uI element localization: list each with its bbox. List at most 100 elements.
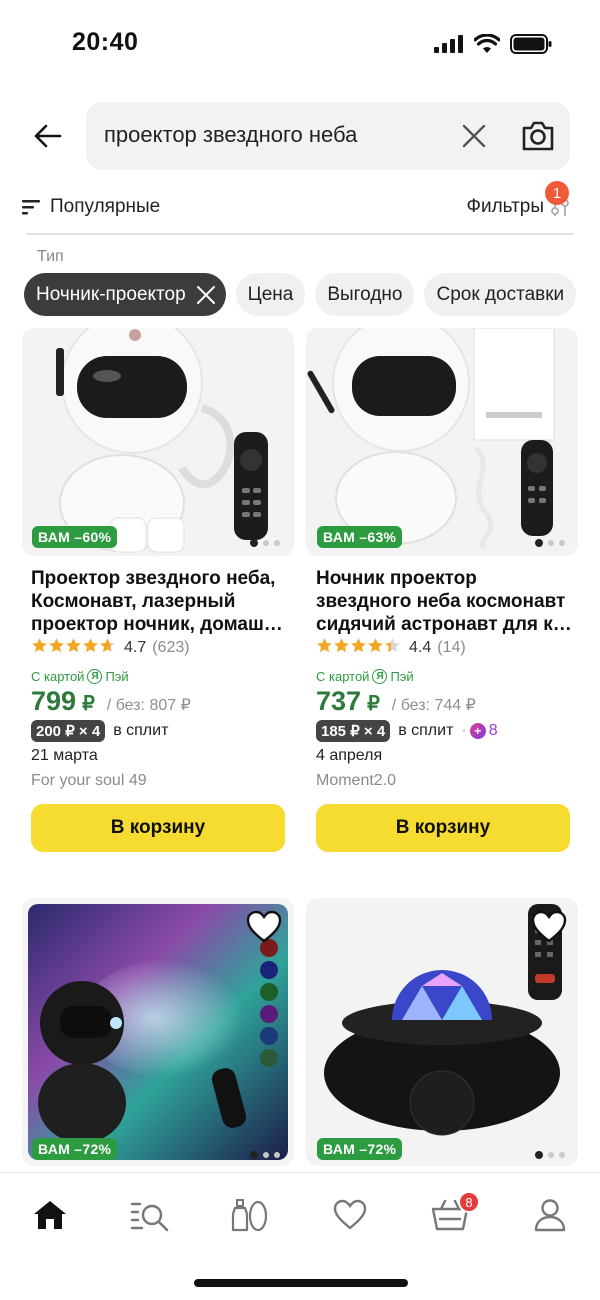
star-icon [49,638,64,653]
title-line: звездного неба космонавт [316,591,566,612]
title-line: сидячий астронавт для к… [316,614,572,635]
image-pager [535,1151,565,1159]
type-label: Тип [37,248,64,265]
discount-badge: ВАМ –72% [317,1138,403,1160]
split-payment: 200 ₽ × 4 в сплит [31,720,168,742]
delivery-date: 4 апреля [316,747,383,764]
sort-icon [22,200,40,215]
title-line: Космонавт, лазерный [31,591,236,612]
seller-name[interactable]: Moment2.0 [316,772,396,790]
product-image[interactable] [306,328,578,556]
chip-profitable[interactable]: Выгодно [315,273,415,316]
status-time: 20:40 [72,28,139,56]
star-icon [351,638,366,653]
nav-home[interactable] [28,1193,72,1237]
chip-night-light-projector[interactable]: Ночник-проектор [24,273,226,316]
plus-points-value: 8 [488,722,498,739]
chip-label: Ночник-проектор [36,283,186,305]
star-icon [385,638,400,653]
image-pager [250,539,280,547]
rating-value: 4.7 [124,639,147,656]
add-to-cart-button[interactable]: В корзину [31,804,285,852]
divider [26,233,574,235]
price-block: 799 ₽ / без: 807 ₽ [31,686,191,717]
nav-profile[interactable] [528,1193,572,1237]
discount-badge: ВАМ –63% [317,526,403,548]
review-count: (14) [437,639,466,656]
pay-label: С картой [316,669,370,684]
split-tag: 185 ₽ × 4 [316,720,391,742]
arrow-left-icon [34,124,62,148]
title-line: проектор ночник, домаш… [31,614,283,635]
pay-brand: Пэй [390,669,414,684]
favorite-button[interactable] [246,910,282,944]
status-icons [434,34,552,54]
catalog-search-icon [130,1202,169,1232]
clear-search-button[interactable] [460,122,488,150]
price-value: 799 [31,686,77,716]
pay-brand: Пэй [105,669,129,684]
chip-price[interactable]: Цена [235,273,306,316]
star-icon [368,638,383,653]
old-price: / без: 744 ₽ [391,697,476,714]
camera-search-button[interactable] [518,116,558,156]
review-count: (623) [152,639,190,656]
ya-pay-icon: Я [87,669,103,684]
filter-count-badge: 1 [545,181,569,205]
filter-chips: Ночник-проектор Цена Выгодно Срок достав… [24,273,577,316]
split-payment: 185 ₽ × 4 в сплит · + 8 [316,720,498,742]
split-label: в сплит [398,722,454,739]
chip-delivery-time[interactable]: Срок доставки [424,273,577,316]
filters-label: Фильтры [466,196,544,217]
card-pay-label: С картой Я Пэй [316,669,414,684]
back-button[interactable] [28,118,68,154]
favorite-button[interactable] [531,910,567,944]
price-currency: ₽ [82,693,95,715]
product-rating: 4.4 (14) [316,637,466,659]
star-icon [66,638,81,653]
camera-icon [522,121,554,151]
product-title[interactable]: Ночник проектор звездного неба космонавт… [316,567,586,636]
rating-value: 4.4 [409,639,432,656]
ya-pay-icon: Я [372,669,388,684]
wifi-icon [474,34,500,53]
heart-icon [246,910,282,943]
sort-label: Популярные [50,196,161,217]
price-block: 737 ₽ / без: 744 ₽ [316,686,476,717]
title-line: Ночник проектор [316,568,477,589]
home-indicator [194,1279,408,1287]
price-currency: ₽ [367,693,380,715]
search-field[interactable]: проектор звездного неба [86,102,570,170]
plus-points: · + 8 [461,722,498,739]
plus-icon: + [469,723,486,739]
close-icon[interactable] [194,283,218,307]
star-icon [334,638,349,653]
old-price: / без: 807 ₽ [106,697,191,714]
card-pay-label: С картой Я Пэй [31,669,129,684]
image-pager [250,1151,280,1159]
bottles-icon [231,1199,268,1232]
signal-icon [434,35,463,53]
discount-badge: ВАМ –60% [32,526,118,548]
close-icon [462,124,486,148]
discount-badge: ВАМ –72% [32,1138,118,1160]
seller-name[interactable]: For your soul 49 [31,772,147,790]
nav-catalog[interactable] [128,1193,172,1237]
home-icon [34,1201,66,1229]
add-to-cart-button[interactable]: В корзину [316,804,570,852]
image-pager [535,539,565,547]
nav-products[interactable] [228,1193,272,1237]
astronaut-projector-image [22,328,294,556]
star-rating [316,637,401,659]
product-title[interactable]: Проектор звездного неба, Космонавт, лазе… [31,567,296,636]
search-input[interactable]: проектор звездного неба [104,122,357,148]
app-screen: 20:40 проектор звездного неба Популярные… [0,0,600,1300]
split-tag: 200 ₽ × 4 [31,720,106,742]
product-rating: 4.7 (623) [31,637,190,659]
star-icon [83,638,98,653]
product-image[interactable] [22,328,294,556]
nav-favorites[interactable] [328,1193,372,1237]
heart-icon [333,1199,367,1230]
delivery-date: 21 марта [31,747,98,764]
sort-button[interactable]: Популярные [22,196,160,218]
